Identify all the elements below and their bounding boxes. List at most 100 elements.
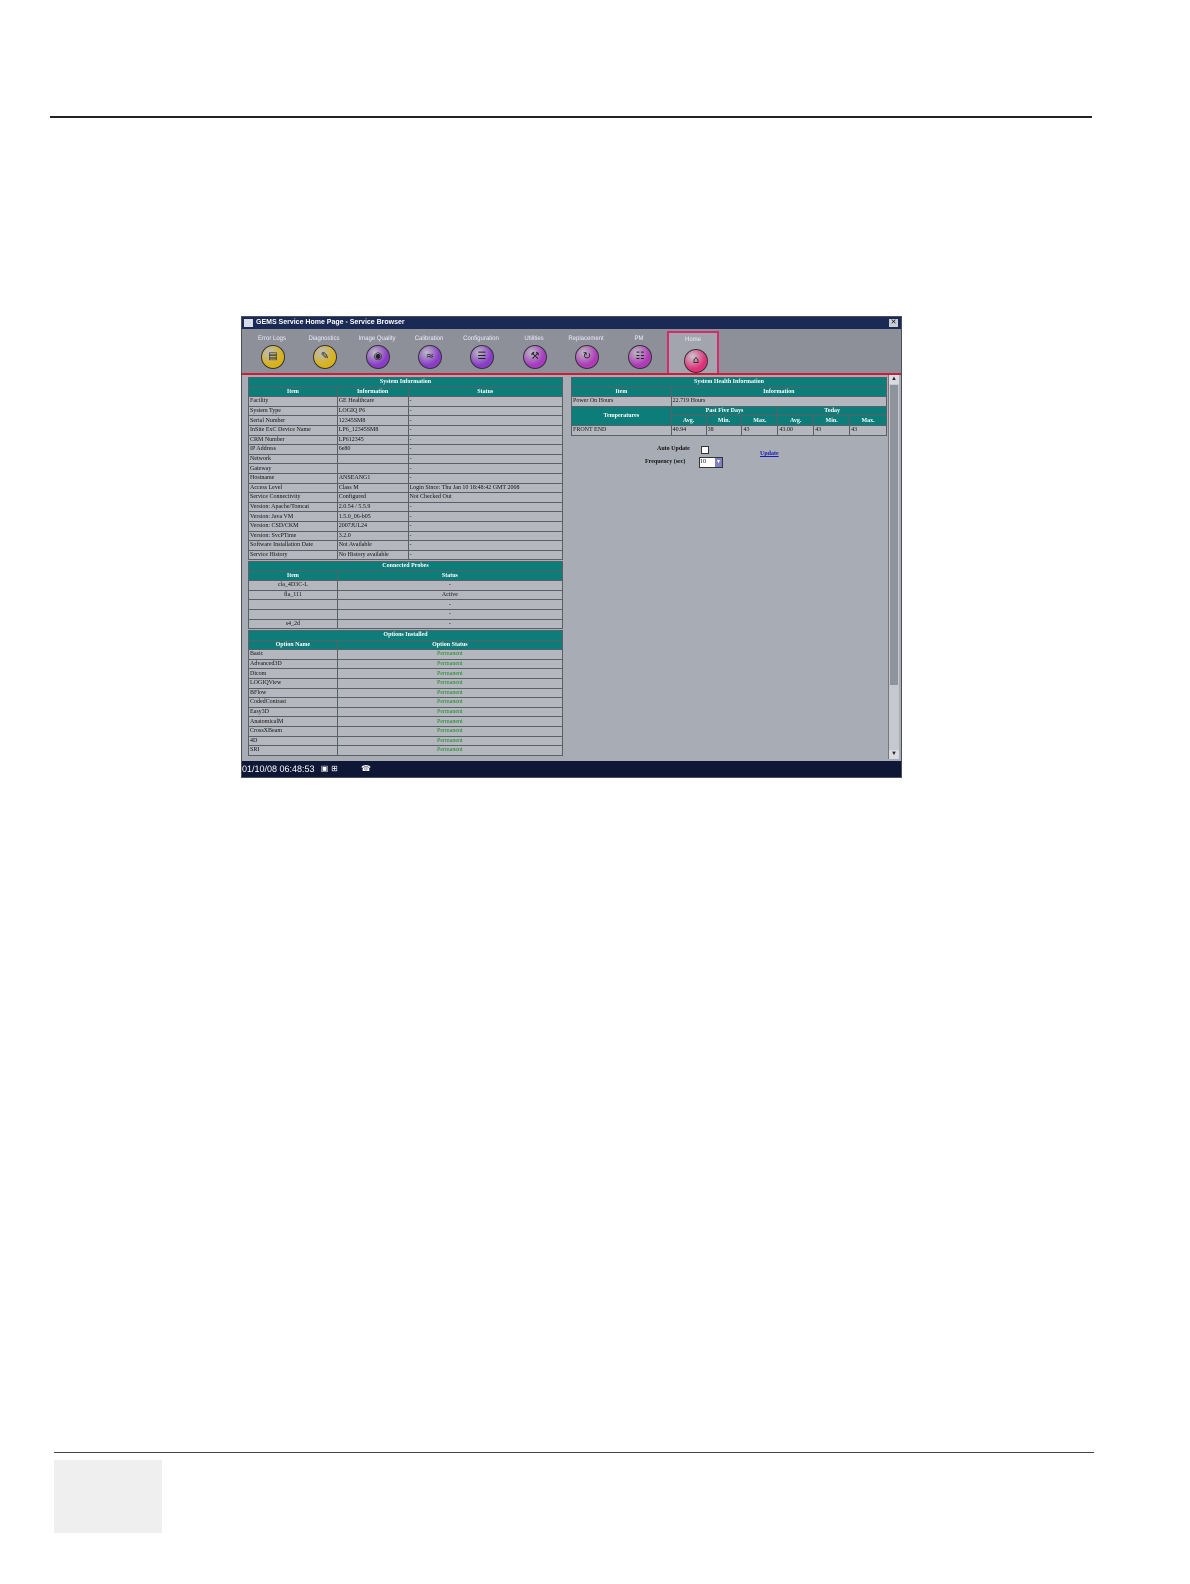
- configuration-icon[interactable]: ☰: [470, 345, 494, 369]
- system-info-row: InSite ExC Device Name LP6_12345SM8-: [248, 424, 563, 436]
- system-information-title: System Information: [248, 377, 563, 388]
- status-cell: -: [407, 501, 563, 513]
- toolbar-button-diagnostics[interactable]: Diagnostics ✎: [298, 329, 350, 373]
- sub-avg-today: Avg.: [777, 415, 815, 426]
- page-footer-box: [54, 1460, 162, 1533]
- information-cell: ANSEANG1: [336, 472, 409, 484]
- home-icon[interactable]: ⌂: [684, 349, 708, 373]
- log-icon[interactable]: ▤: [261, 345, 285, 369]
- information-cell: 3.2.0: [336, 530, 409, 542]
- clock: 01/10/08 06:48:53: [242, 764, 315, 774]
- utilities-icon[interactable]: ⚒: [523, 345, 547, 369]
- system-info-row: Version: CSD/CKM 2007JUL24-: [248, 520, 563, 532]
- connected-probes-title: Connected Probes: [248, 561, 563, 572]
- col-information: Information: [336, 386, 409, 398]
- probe-row: -: [248, 599, 564, 610]
- sub-min-today: Min.: [813, 415, 851, 426]
- replacement-icon[interactable]: ↻: [575, 345, 599, 369]
- toolbar-button-label: Home: [684, 337, 701, 343]
- service-toolbar: Error Logs ▤ Diagnostics ✎ Image Quality ◉ Cal…: [242, 329, 901, 375]
- option-name-cell: SRI: [248, 745, 338, 756]
- status-cell: -: [407, 520, 563, 532]
- page-bottom-rule: [54, 1452, 1094, 1453]
- temp-today-avg: 43.00: [777, 424, 815, 436]
- item-cell: InSite ExC Device Name: [248, 424, 338, 436]
- scroll-thumb[interactable]: [890, 385, 898, 685]
- information-cell: LOGIQ P6: [336, 405, 409, 417]
- item-cell: IP Address: [248, 444, 338, 455]
- system-information-table: System Information Item Information Stat…: [248, 377, 563, 561]
- system-info-row: Version: SvcPTime 3.2.0-: [248, 530, 563, 542]
- option-name-cell: LOGIQView: [248, 677, 338, 689]
- option-status-cell: Permanent: [336, 725, 564, 737]
- toolbar-button-calibration[interactable]: Calibration ≈: [403, 329, 455, 373]
- information-cell: 6e80: [336, 444, 409, 455]
- disk-icon[interactable]: ▣: [320, 764, 329, 774]
- image-quality-icon[interactable]: ◉: [366, 345, 390, 369]
- option-row: 4D Permanent: [248, 735, 564, 747]
- toolbar-button-image-quality[interactable]: Image Quality ◉: [351, 329, 403, 373]
- option-row: Advanced3D Permanent: [248, 658, 564, 670]
- item-cell: Service History: [248, 549, 338, 561]
- toolbar-button-label: Configuration: [463, 336, 499, 342]
- today-header: Today: [777, 405, 887, 417]
- item-cell: Hostname: [248, 472, 338, 484]
- auto-update-label: Auto Update: [657, 446, 690, 452]
- option-name-cell: CodedContrast: [248, 697, 338, 708]
- temp-past-min: 38: [705, 424, 743, 436]
- option-status-cell: Permanent: [336, 697, 564, 708]
- option-name-cell: Advanced3D: [248, 658, 338, 670]
- frequency-value: 10: [700, 459, 706, 465]
- vertical-scrollbar[interactable]: ▲ ▼: [888, 375, 899, 759]
- system-info-row: Version: Apache/Tomcat 2.0.54 / 5.5.9-: [248, 501, 563, 513]
- system-info-row: Serial Number 12345SM8-: [248, 415, 563, 426]
- information-cell: Not Available: [336, 540, 409, 551]
- system-info-row: CRM Number LP612345-: [248, 434, 563, 446]
- status-cell: -: [407, 396, 563, 407]
- option-status-cell: Permanent: [336, 687, 564, 699]
- diagnostics-icon[interactable]: ✎: [313, 345, 337, 369]
- information-cell: Configured: [336, 492, 409, 503]
- information-cell: Class M: [336, 482, 409, 494]
- toolbar-button-label: Utilities: [524, 336, 544, 342]
- status-cell: -: [407, 511, 563, 522]
- toolbar-button-home[interactable]: Home ⌂: [667, 331, 719, 373]
- toolbar-button-utilities[interactable]: Utilities ⚒: [508, 329, 560, 373]
- temp-row-name: FRONT END: [571, 424, 672, 436]
- calibration-icon[interactable]: ≈: [418, 345, 442, 369]
- option-row: Basic Permanent: [248, 649, 564, 660]
- pm-icon[interactable]: ☷: [628, 345, 652, 369]
- status-cell: -: [407, 424, 563, 436]
- col-probe-status: Status: [336, 570, 564, 582]
- status-cell: -: [407, 472, 563, 484]
- probe-row: cla_4D3C-L -: [248, 580, 564, 591]
- status-cell: -: [407, 444, 563, 455]
- probe-status-cell: Active: [336, 589, 564, 601]
- status-cell: -: [407, 405, 563, 417]
- auto-update-checkbox[interactable]: [701, 446, 709, 454]
- item-cell: Service Connectivity: [248, 492, 338, 503]
- content-area: System Information Item Information Stat…: [246, 375, 888, 759]
- scroll-down-icon[interactable]: ▼: [889, 750, 899, 759]
- col-option-status: Option Status: [336, 639, 564, 651]
- chevron-down-icon[interactable]: ▼: [715, 458, 722, 467]
- close-icon[interactable]: ✕: [889, 319, 898, 327]
- toolbar-button-replacement[interactable]: Replacement ↻: [560, 329, 612, 373]
- col-item: Item: [248, 386, 338, 398]
- toolbar-button-log[interactable]: Error Logs ▤: [246, 329, 298, 373]
- option-name-cell: Easy3D: [248, 706, 338, 718]
- toolbar-button-pm[interactable]: PM ☷: [613, 329, 665, 373]
- option-status-cell: Permanent: [336, 658, 564, 670]
- information-cell: LP612345: [336, 434, 409, 446]
- frequency-select[interactable]: 10 ▼: [699, 457, 723, 468]
- toolbar-button-configuration[interactable]: Configuration ☰: [455, 329, 507, 373]
- information-cell: 1.5.0_06-b05: [336, 511, 409, 522]
- option-name-cell: 4D: [248, 735, 338, 747]
- update-link[interactable]: Update: [760, 451, 779, 457]
- scroll-up-icon[interactable]: ▲: [889, 375, 899, 384]
- network-icon[interactable]: ⊞: [330, 764, 339, 774]
- col-health-item: Item: [571, 386, 672, 398]
- system-info-row: System Type LOGIQ P6-: [248, 405, 563, 417]
- phone-icon[interactable]: ☎: [361, 764, 371, 774]
- item-cell: Version: CSD/CKM: [248, 520, 338, 532]
